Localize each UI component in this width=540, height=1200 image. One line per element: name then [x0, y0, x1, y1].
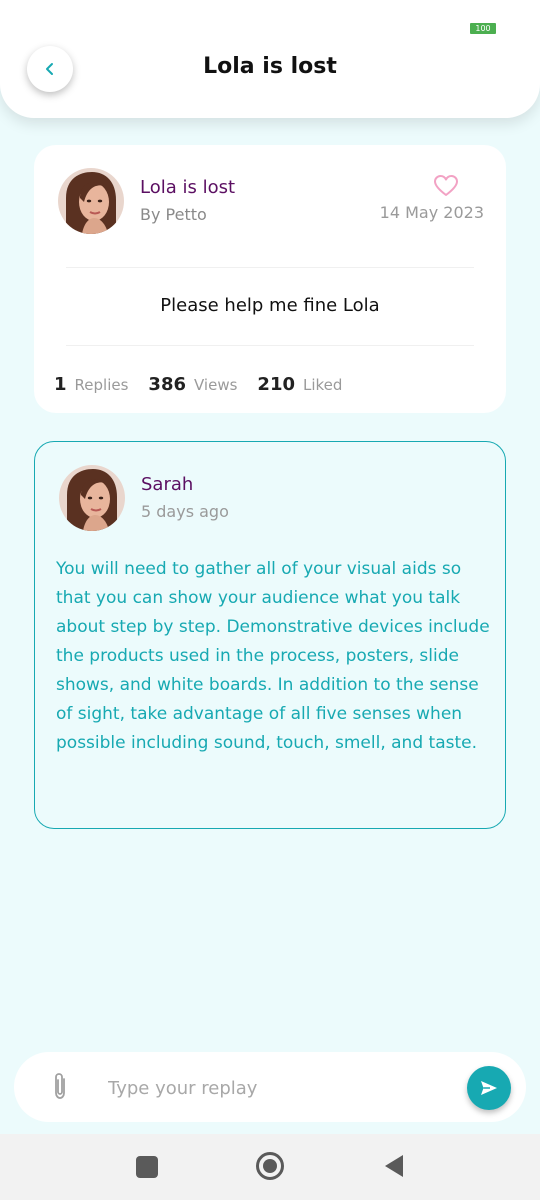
heart-outline-icon[interactable]: [433, 174, 459, 198]
send-button[interactable]: [467, 1066, 511, 1110]
reply-composer: [14, 1052, 526, 1122]
post-title: Lola is lost: [140, 177, 236, 198]
post-stats: 1 Replies 386 Views 210 Liked: [54, 374, 362, 395]
recents-button[interactable]: [136, 1156, 158, 1178]
reply-author: Sarah: [141, 474, 194, 495]
back-triangle-icon[interactable]: [383, 1154, 405, 1178]
reply-input[interactable]: [108, 1074, 408, 1102]
replier-avatar[interactable]: [59, 465, 125, 531]
post-author: By Petto: [140, 205, 207, 224]
divider: [66, 345, 474, 346]
app-header: 100 Lola is lost: [0, 0, 540, 118]
views-label: Views: [194, 376, 238, 394]
replies-count: 1: [54, 374, 67, 395]
post-body: Please help me fine Lola: [160, 295, 380, 316]
views-count: 386: [148, 374, 186, 395]
battery-indicator: 100: [470, 23, 496, 34]
post-date: 14 May 2023: [379, 203, 484, 222]
replies-label: Replies: [74, 376, 129, 394]
liked-count: 210: [257, 374, 295, 395]
reply-card: Sarah 5 days ago You will need to gather…: [34, 441, 506, 829]
send-icon: [481, 1081, 497, 1095]
paperclip-icon[interactable]: [50, 1071, 70, 1103]
home-button[interactable]: [255, 1151, 285, 1181]
system-nav-bar: [0, 1134, 540, 1200]
reply-text: You will need to gather all of your visu…: [56, 559, 490, 753]
reply-time: 5 days ago: [141, 502, 229, 521]
liked-label: Liked: [303, 376, 343, 394]
divider: [66, 267, 474, 268]
author-avatar[interactable]: [58, 168, 124, 234]
post-card: Lola is lost By Petto 14 May 2023 Please…: [34, 145, 506, 413]
page-title: Lola is lost: [203, 54, 337, 79]
